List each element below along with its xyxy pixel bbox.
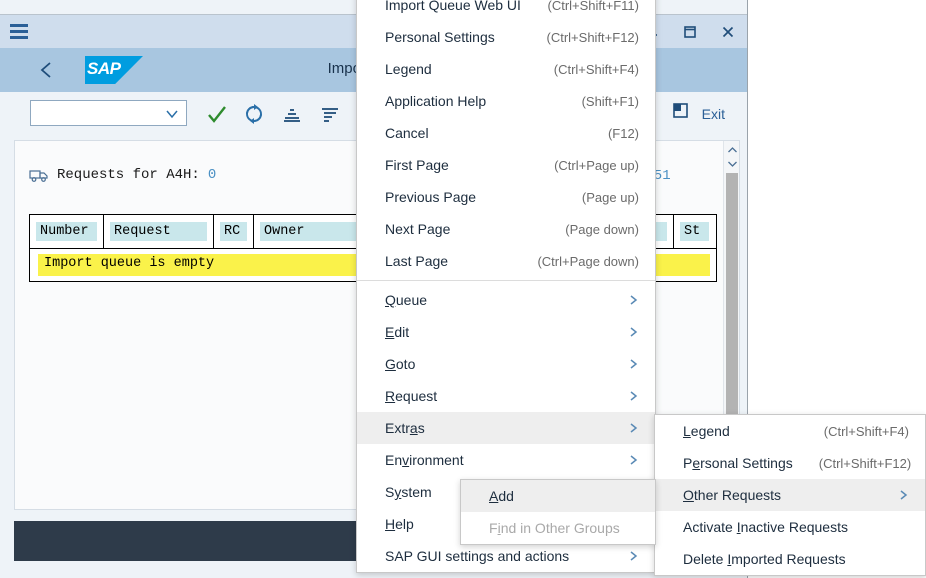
extras-menu-item-legend[interactable]: Legend (Ctrl+Shift+F4): [655, 415, 925, 447]
add-menu-item-add[interactable]: Add: [461, 480, 655, 512]
main-menu-item-shortcut: (Ctrl+Page down): [537, 253, 639, 269]
requests-header: Requests for A4H: 0: [29, 167, 216, 183]
chevron-right-icon: [602, 454, 639, 466]
add-menu-item-label: Add: [489, 488, 514, 504]
column-header-number[interactable]: Number: [30, 215, 104, 248]
extras-menu-item-delete-imported-requests[interactable]: Delete Imported Requests: [655, 543, 925, 575]
extras-menu-item-label: Delete Imported Requests: [683, 551, 846, 567]
main-menu-item-label: Help: [385, 516, 414, 532]
refresh-icon[interactable]: [242, 102, 266, 126]
add-menu-item-find-in-other-groups: Find in Other Groups: [461, 512, 655, 544]
column-header-request[interactable]: Request: [104, 215, 214, 248]
main-menu-item-cancel[interactable]: Cancel (F12): [357, 117, 655, 149]
main-menu-item-environment[interactable]: Environment: [357, 444, 655, 476]
main-menu-item-label: Request: [385, 388, 438, 404]
extras-menu-item-shortcut: (Ctrl+Shift+F4): [823, 423, 909, 439]
exit-button-label: Exit: [701, 105, 725, 122]
main-menu-item-legend[interactable]: Legend (Ctrl+Shift+F4): [357, 53, 655, 85]
chevron-down-icon[interactable]: [724, 157, 739, 170]
filter-icon[interactable]: [318, 102, 342, 126]
main-menu-item-shortcut: (Shift+F1): [581, 93, 639, 109]
main-menu-item-label: Legend: [385, 61, 432, 77]
main-menu-item-label: Next Page: [385, 221, 451, 237]
requests-label: Requests for A4H:: [57, 167, 200, 183]
chevron-down-icon: [164, 107, 180, 125]
main-menu-separator: [357, 280, 655, 281]
main-menu-item-previous-page[interactable]: Previous Page (Page up): [357, 181, 655, 213]
main-menu-item-shortcut: (F12): [607, 125, 639, 141]
main-menu-item-last-page[interactable]: Last Page (Ctrl+Page down): [357, 245, 655, 277]
main-menu-item-request[interactable]: Request: [357, 380, 655, 412]
column-header-rc[interactable]: RC: [214, 215, 254, 248]
chevron-right-icon: [602, 294, 639, 306]
main-menu-item-shortcut: (Page up): [581, 189, 639, 205]
main-menu-item-next-page[interactable]: Next Page (Page down): [357, 213, 655, 245]
hamburger-menu-icon[interactable]: [10, 24, 28, 39]
exit-icon: [672, 102, 690, 125]
main-menu-item-shortcut: (Ctrl+Shift+F4): [553, 61, 639, 77]
main-menu-item-application-help[interactable]: Application Help (Shift+F1): [357, 85, 655, 117]
chevron-up-icon[interactable]: [724, 143, 739, 156]
main-menu-item-label: First Page: [385, 157, 449, 173]
transport-route-select[interactable]: [30, 100, 187, 126]
extras-menu-item-label: Other Requests: [683, 487, 782, 503]
extras-submenu[interactable]: Legend (Ctrl+Shift+F4) Personal Settings (C…: [654, 414, 926, 576]
extras-menu-item-other-requests[interactable]: Other Requests: [655, 479, 925, 511]
sap-logo-text: SAP: [87, 59, 121, 78]
chevron-right-icon: [602, 422, 639, 434]
extras-menu-item-personal-settings[interactable]: Personal Settings (Ctrl+Shift+F12): [655, 447, 925, 479]
chevron-right-icon: [602, 326, 639, 338]
column-header-st[interactable]: St: [674, 215, 715, 248]
main-menu-item-shortcut: (Ctrl+Shift+F11): [547, 0, 639, 13]
add-menu-item-label: Find in Other Groups: [489, 520, 620, 536]
main-menu-item-edit[interactable]: Edit: [357, 316, 655, 348]
close-icon[interactable]: [713, 18, 743, 46]
sap-logo[interactable]: SAP: [85, 56, 143, 84]
main-menu-item-label: Previous Page: [385, 189, 477, 205]
main-menu-item-extras[interactable]: Extras: [357, 412, 655, 444]
maximize-icon[interactable]: [675, 18, 705, 46]
main-menu-item-queue[interactable]: Queue: [357, 284, 655, 316]
main-menu-item-label: Import Queue Web UI: [385, 0, 521, 13]
scrollbar-thumb[interactable]: [726, 173, 738, 423]
chevron-right-icon: [872, 489, 909, 501]
sort-ascending-icon[interactable]: [280, 102, 304, 126]
back-chevron-icon[interactable]: [38, 60, 56, 80]
main-menu-item-shortcut: (Ctrl+Shift+F12): [546, 29, 639, 45]
main-menu-item-personal-settings[interactable]: Personal Settings (Ctrl+Shift+F12): [357, 21, 655, 53]
extras-menu-item-label: Legend: [683, 423, 730, 439]
chevron-right-icon: [602, 550, 639, 562]
chevron-right-icon: [602, 358, 639, 370]
extras-menu-item-activate-inactive-requests[interactable]: Activate Inactive Requests: [655, 511, 925, 543]
screen-root: SAP Import Queue: [0, 0, 926, 578]
add-submenu[interactable]: Add Find in Other Groups: [460, 479, 656, 545]
main-menu-item-label: Application Help: [385, 93, 487, 109]
main-menu-item-label: SAP GUI settings and actions: [385, 548, 570, 564]
check-icon[interactable]: [205, 102, 229, 126]
main-menu-item-label: Extras: [385, 420, 425, 436]
main-menu-item-shortcut: (Ctrl+Page up): [554, 157, 639, 173]
main-menu-item-label: Cancel: [385, 125, 429, 141]
main-menu-item-label: Edit: [385, 324, 410, 340]
exit-button[interactable]: Exit: [672, 102, 725, 125]
main-menu-item-first-page[interactable]: First Page (Ctrl+Page up): [357, 149, 655, 181]
main-menu-item-label: Personal Settings: [385, 29, 495, 45]
chevron-right-icon: [602, 390, 639, 402]
main-menu-item-label: Queue: [385, 292, 428, 308]
main-menu-item-goto[interactable]: Goto: [357, 348, 655, 380]
extras-menu-item-label: Activate Inactive Requests: [683, 519, 848, 535]
main-menu-item-label: Environment: [385, 452, 464, 468]
extras-menu-item-shortcut: (Ctrl+Shift+F12): [818, 455, 912, 471]
requests-count: 0: [207, 167, 217, 183]
main-menu-item-label: System: [385, 484, 432, 500]
main-menu-item-shortcut: (Page down): [565, 221, 639, 237]
main-menu-item-import-queue-web-ui[interactable]: Import Queue Web UI (Ctrl+Shift+F11): [357, 0, 655, 21]
delivery-truck-icon: [29, 167, 49, 183]
extras-menu-item-label: Personal Settings: [683, 455, 793, 471]
main-menu-item-label: Goto: [385, 356, 416, 372]
main-menu-item-label: Last Page: [385, 253, 449, 269]
